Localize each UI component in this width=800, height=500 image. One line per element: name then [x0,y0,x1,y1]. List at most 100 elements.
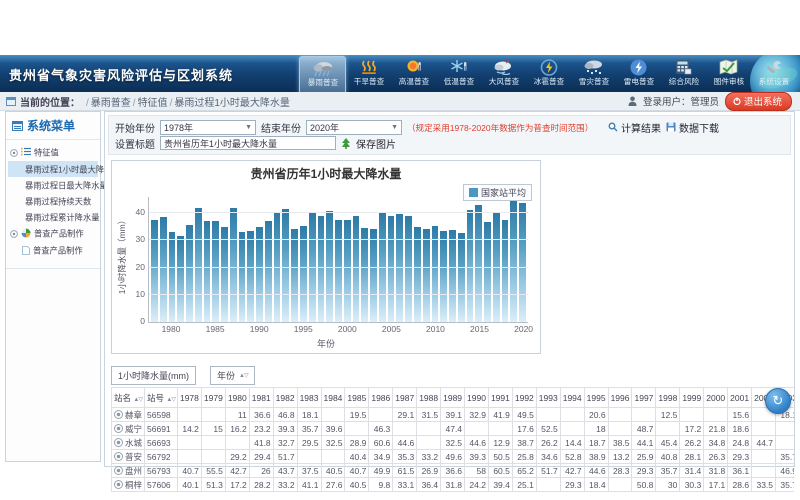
bar-1985[interactable] [212,221,219,322]
breadcrumb-item[interactable]: 特征值 [138,98,168,109]
station-name-cell[interactable]: 普安 [112,450,145,464]
bar-2013[interactable] [458,233,465,322]
end-year-select[interactable]: 2020年▼ [306,120,402,135]
bar-1988[interactable] [239,232,246,322]
bar-1980[interactable] [169,232,176,322]
bar-2006[interactable] [396,214,403,322]
col-header-year[interactable]: 1998 [656,388,680,408]
nav-item-snow[interactable]: 雪灾普查 [571,56,616,92]
col-header-year[interactable]: 1991 [488,388,512,408]
bar-1999[interactable] [335,220,342,322]
logout-button[interactable]: 退出系统 [725,92,792,111]
nav-item-map[interactable]: 图件审核 [706,56,751,92]
station-name-cell[interactable]: 盘州 [112,464,145,478]
save-image-button[interactable]: 保存图片 [356,136,396,151]
bar-1983[interactable] [195,208,202,322]
nav-item-rain[interactable]: 暴雨普查 [299,56,346,92]
bar-1994[interactable] [291,229,298,322]
col-header-year[interactable]: 1992 [512,388,536,408]
sort-arrows-icon[interactable]: ▲▽ [239,372,248,379]
col-header-year[interactable]: 1985 [345,388,369,408]
breadcrumb-item[interactable]: 暴雨普查 [91,98,131,109]
bar-1993[interactable] [282,209,289,322]
bar-2000[interactable] [344,220,351,322]
col-header-year[interactable]: 1993 [536,388,560,408]
sidebar-item[interactable]: 暴雨过程1小时最大降水量 [8,161,98,177]
bar-2020[interactable] [519,203,526,322]
col-header-year[interactable]: 1996 [608,388,632,408]
download-button[interactable]: 数据下载 [666,120,719,135]
radio-icon[interactable] [114,424,123,433]
col-header-year[interactable]: 2000 [704,388,728,408]
col-header-year[interactable]: 1978 [177,388,201,408]
col-header-year[interactable]: 2001 [728,388,752,408]
nav-item-settings[interactable]: 系统设置 [751,56,796,92]
calculate-button[interactable]: 计算结果 [608,120,661,135]
bar-1978[interactable] [151,220,158,322]
breadcrumb-item[interactable]: 暴雨过程1小时最大降水量 [174,98,290,109]
bar-1984[interactable] [204,221,211,322]
col-header-year[interactable]: 1999 [680,388,704,408]
radio-icon[interactable] [114,410,123,419]
sidebar-group[interactable]: 普查产品制作 [8,225,98,242]
col-header-year[interactable]: 1979 [201,388,225,408]
bar-2016[interactable] [484,222,491,322]
measure-chip[interactable]: 1小时降水量(mm) [111,366,196,385]
bar-2005[interactable] [388,216,395,322]
col-header-year[interactable]: 1980 [225,388,249,408]
bar-2007[interactable] [405,216,412,322]
sidebar-group[interactable]: 特征值 [8,144,98,161]
radio-icon[interactable] [114,480,123,489]
bar-1987[interactable] [230,208,237,322]
radio-icon[interactable] [114,438,123,447]
station-name-cell[interactable]: 威宁 [112,422,145,436]
bar-2003[interactable] [370,229,377,322]
col-header-year[interactable]: 1989 [441,388,465,408]
start-year-select[interactable]: 1978年▼ [160,120,256,135]
nav-item-hail[interactable]: 冰雹普查 [526,56,571,92]
station-name-cell[interactable]: 赫章 [112,408,145,422]
col-header-year[interactable]: 1986 [369,388,393,408]
bar-1997[interactable] [318,216,325,322]
bar-2012[interactable] [449,230,456,322]
nav-item-risk[interactable]: 综合风险 [661,56,706,92]
bar-1989[interactable] [247,231,254,322]
sort-arrows-icon[interactable]: ▲▽ [133,397,142,403]
bar-2001[interactable] [353,216,360,322]
col-header-year[interactable]: 1984 [321,388,345,408]
col-header-year[interactable]: 1994 [560,388,584,408]
bar-2015[interactable] [475,205,482,322]
nav-item-heat[interactable]: 高温普查 [391,56,436,92]
bar-1996[interactable] [309,213,316,322]
bar-1986[interactable] [221,227,228,322]
col-header-year[interactable]: 1982 [273,388,297,408]
bar-2009[interactable] [423,229,430,322]
chart-legend[interactable]: 国家站平均 [463,184,532,201]
radio-icon[interactable] [114,466,123,475]
col-header-year[interactable]: 1987 [393,388,417,408]
refresh-float-button[interactable]: ↻ [765,388,791,414]
col-header-station[interactable]: 站名 ▲▽ [112,388,145,408]
nav-item-drought[interactable]: 干旱普查 [346,56,391,92]
bar-2004[interactable] [379,213,386,322]
bar-1981[interactable] [177,236,184,322]
sidebar-item[interactable]: 暴雨过程累计降水量 [8,209,98,225]
bar-2008[interactable] [414,227,421,322]
bar-2002[interactable] [361,228,368,322]
bar-2011[interactable] [440,231,447,322]
col-header-year[interactable]: 1997 [632,388,656,408]
col-header-year[interactable]: 1990 [465,388,489,408]
chart-title-input[interactable] [160,136,336,150]
station-name-cell[interactable]: 水城 [112,436,145,450]
station-name-cell[interactable]: 桐梓 [112,478,145,492]
year-sort-chip[interactable]: 年份 ▲▽ [210,366,255,385]
bar-1979[interactable] [160,217,167,322]
sort-arrows-icon[interactable]: ▲▽ [166,397,175,403]
sidebar-item[interactable]: 普查产品制作 [8,242,98,258]
radio-icon[interactable] [114,452,123,461]
nav-item-lightning[interactable]: 雷电普查 [616,56,661,92]
col-header-year[interactable]: 1983 [297,388,321,408]
col-header-station-id[interactable]: 站号 ▲▽ [145,388,178,408]
bar-2019[interactable] [510,201,517,322]
col-header-year[interactable]: 1988 [417,388,441,408]
